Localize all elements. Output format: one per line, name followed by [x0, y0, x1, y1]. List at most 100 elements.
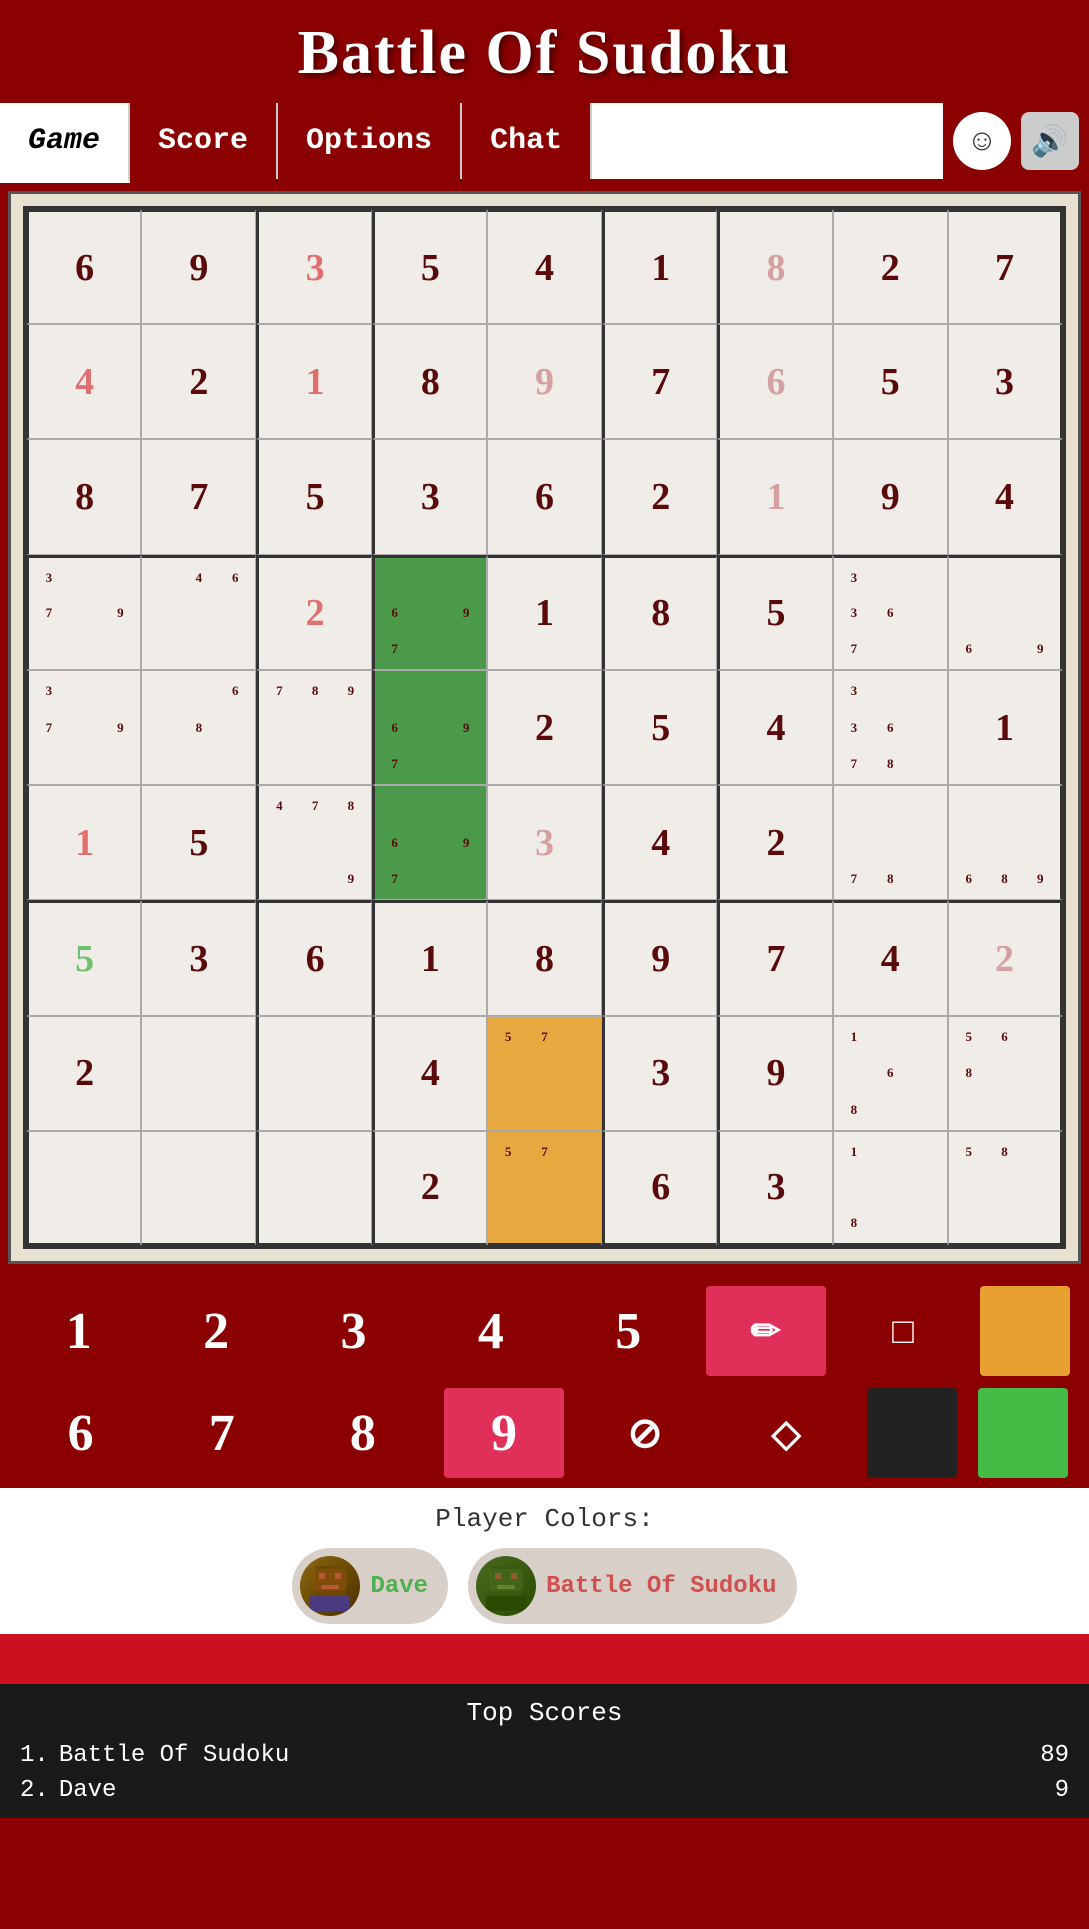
cell-4-7[interactable]: 5 — [717, 555, 832, 670]
player-chip-dave[interactable]: Dave — [292, 1548, 448, 1624]
cell-2-4[interactable]: 8 — [372, 324, 487, 439]
cell-4-4[interactable]: 69 7 — [372, 555, 487, 670]
cell-8-6[interactable]: 3 — [602, 1016, 717, 1131]
cell-4-5[interactable]: 1 — [487, 555, 602, 670]
numpad-erase[interactable]: ⊘ — [585, 1388, 705, 1478]
cell-7-3[interactable]: 6 — [256, 900, 371, 1015]
cell-2-6[interactable]: 7 — [602, 324, 717, 439]
cell-7-1[interactable]: 5 — [26, 900, 141, 1015]
numpad-diamond[interactable]: ◇ — [726, 1388, 846, 1478]
cell-1-1[interactable]: 6 — [26, 209, 141, 324]
cell-6-8[interactable]: 78 — [833, 785, 948, 900]
cell-7-7[interactable]: 7 — [717, 900, 832, 1015]
cell-9-9[interactable]: 58 — [948, 1131, 1063, 1246]
cell-1-7[interactable]: 8 — [717, 209, 832, 324]
cell-3-7[interactable]: 1 — [717, 439, 832, 554]
cell-7-2[interactable]: 3 — [141, 900, 256, 1015]
cell-9-2[interactable] — [141, 1131, 256, 1246]
cell-7-6[interactable]: 9 — [602, 900, 717, 1015]
cell-9-6[interactable]: 6 — [602, 1131, 717, 1246]
numpad-1[interactable]: 1 — [19, 1286, 139, 1376]
numpad-color-black[interactable] — [867, 1388, 957, 1478]
numpad-8[interactable]: 8 — [303, 1388, 423, 1478]
cell-4-3[interactable]: 2 — [256, 555, 371, 670]
cell-9-4[interactable]: 2 — [372, 1131, 487, 1246]
cell-9-8[interactable]: 1 8 — [833, 1131, 948, 1246]
cell-8-1[interactable]: 2 — [26, 1016, 141, 1131]
cell-1-8[interactable]: 2 — [833, 209, 948, 324]
cell-6-1[interactable]: 1 — [26, 785, 141, 900]
cell-6-9[interactable]: 689 — [948, 785, 1063, 900]
cell-4-9[interactable]: 69 — [948, 555, 1063, 670]
tab-options[interactable]: Options — [278, 103, 462, 179]
cell-6-7[interactable]: 2 — [717, 785, 832, 900]
player-chip-bot[interactable]: Battle Of Sudoku — [468, 1548, 796, 1624]
cell-6-3[interactable]: 478 9 — [256, 785, 371, 900]
cell-1-5[interactable]: 4 — [487, 209, 602, 324]
cell-2-2[interactable]: 2 — [141, 324, 256, 439]
cell-3-2[interactable]: 7 — [141, 439, 256, 554]
cell-8-9[interactable]: 56 8 — [948, 1016, 1063, 1131]
cell-2-3[interactable]: 1 — [256, 324, 371, 439]
numpad-color-green[interactable] — [978, 1388, 1068, 1478]
cell-5-7[interactable]: 4 — [717, 670, 832, 785]
cell-3-5[interactable]: 6 — [487, 439, 602, 554]
numpad-4[interactable]: 4 — [431, 1286, 551, 1376]
cell-4-6[interactable]: 8 — [602, 555, 717, 670]
numpad-7[interactable]: 7 — [162, 1388, 282, 1478]
numpad-3[interactable]: 3 — [293, 1286, 413, 1376]
tab-game[interactable]: Game — [0, 103, 130, 183]
emoji-button[interactable]: ☺ — [953, 112, 1011, 170]
cell-8-2[interactable] — [141, 1016, 256, 1131]
cell-3-6[interactable]: 2 — [602, 439, 717, 554]
cell-5-5[interactable]: 2 — [487, 670, 602, 785]
tab-chat[interactable]: Chat — [462, 103, 592, 179]
cell-2-5[interactable]: 9 — [487, 324, 602, 439]
cell-3-4[interactable]: 3 — [372, 439, 487, 554]
sound-button[interactable]: 🔊 — [1021, 112, 1079, 170]
cell-4-2[interactable]: 46 — [141, 555, 256, 670]
cell-6-4[interactable]: 69 7 — [372, 785, 487, 900]
cell-2-1[interactable]: 4 — [26, 324, 141, 439]
cell-9-3[interactable] — [256, 1131, 371, 1246]
cell-2-9[interactable]: 3 — [948, 324, 1063, 439]
cell-7-4[interactable]: 1 — [372, 900, 487, 1015]
numpad-5[interactable]: 5 — [568, 1286, 688, 1376]
cell-2-7[interactable]: 6 — [717, 324, 832, 439]
cell-5-4[interactable]: 69 7 — [372, 670, 487, 785]
cell-3-1[interactable]: 8 — [26, 439, 141, 554]
numpad-2[interactable]: 2 — [156, 1286, 276, 1376]
numpad-square[interactable]: □ — [843, 1286, 963, 1376]
cell-8-4[interactable]: 4 — [372, 1016, 487, 1131]
cell-9-7[interactable]: 3 — [717, 1131, 832, 1246]
cell-8-8[interactable]: 1 6 8 — [833, 1016, 948, 1131]
cell-7-5[interactable]: 8 — [487, 900, 602, 1015]
numpad-pencil[interactable]: ✏ — [706, 1286, 826, 1376]
cell-1-4[interactable]: 5 — [372, 209, 487, 324]
cell-6-5[interactable]: 3 — [487, 785, 602, 900]
numpad-color-orange[interactable] — [980, 1286, 1070, 1376]
cell-1-9[interactable]: 7 — [948, 209, 1063, 324]
cell-2-8[interactable]: 5 — [833, 324, 948, 439]
cell-5-2[interactable]: 6 8 — [141, 670, 256, 785]
cell-3-9[interactable]: 4 — [948, 439, 1063, 554]
cell-6-2[interactable]: 5 — [141, 785, 256, 900]
cell-5-6[interactable]: 5 — [602, 670, 717, 785]
tab-score[interactable]: Score — [130, 103, 278, 179]
cell-5-8[interactable]: 3 36 78 — [833, 670, 948, 785]
cell-5-3[interactable]: 789 — [256, 670, 371, 785]
cell-7-8[interactable]: 4 — [833, 900, 948, 1015]
cell-3-3[interactable]: 5 — [256, 439, 371, 554]
cell-5-1[interactable]: 3 79 — [26, 670, 141, 785]
cell-3-8[interactable]: 9 — [833, 439, 948, 554]
cell-8-5[interactable]: 57 — [487, 1016, 602, 1131]
cell-1-2[interactable]: 9 — [141, 209, 256, 324]
cell-9-5[interactable]: 57 — [487, 1131, 602, 1246]
cell-4-8[interactable]: 3 36 7 — [833, 555, 948, 670]
cell-1-3[interactable]: 3 — [256, 209, 371, 324]
cell-7-9[interactable]: 2 — [948, 900, 1063, 1015]
cell-5-9[interactable]: 1 — [948, 670, 1063, 785]
cell-4-1[interactable]: 3 79 — [26, 555, 141, 670]
cell-8-3[interactable] — [256, 1016, 371, 1131]
numpad-9[interactable]: 9 — [444, 1388, 564, 1478]
